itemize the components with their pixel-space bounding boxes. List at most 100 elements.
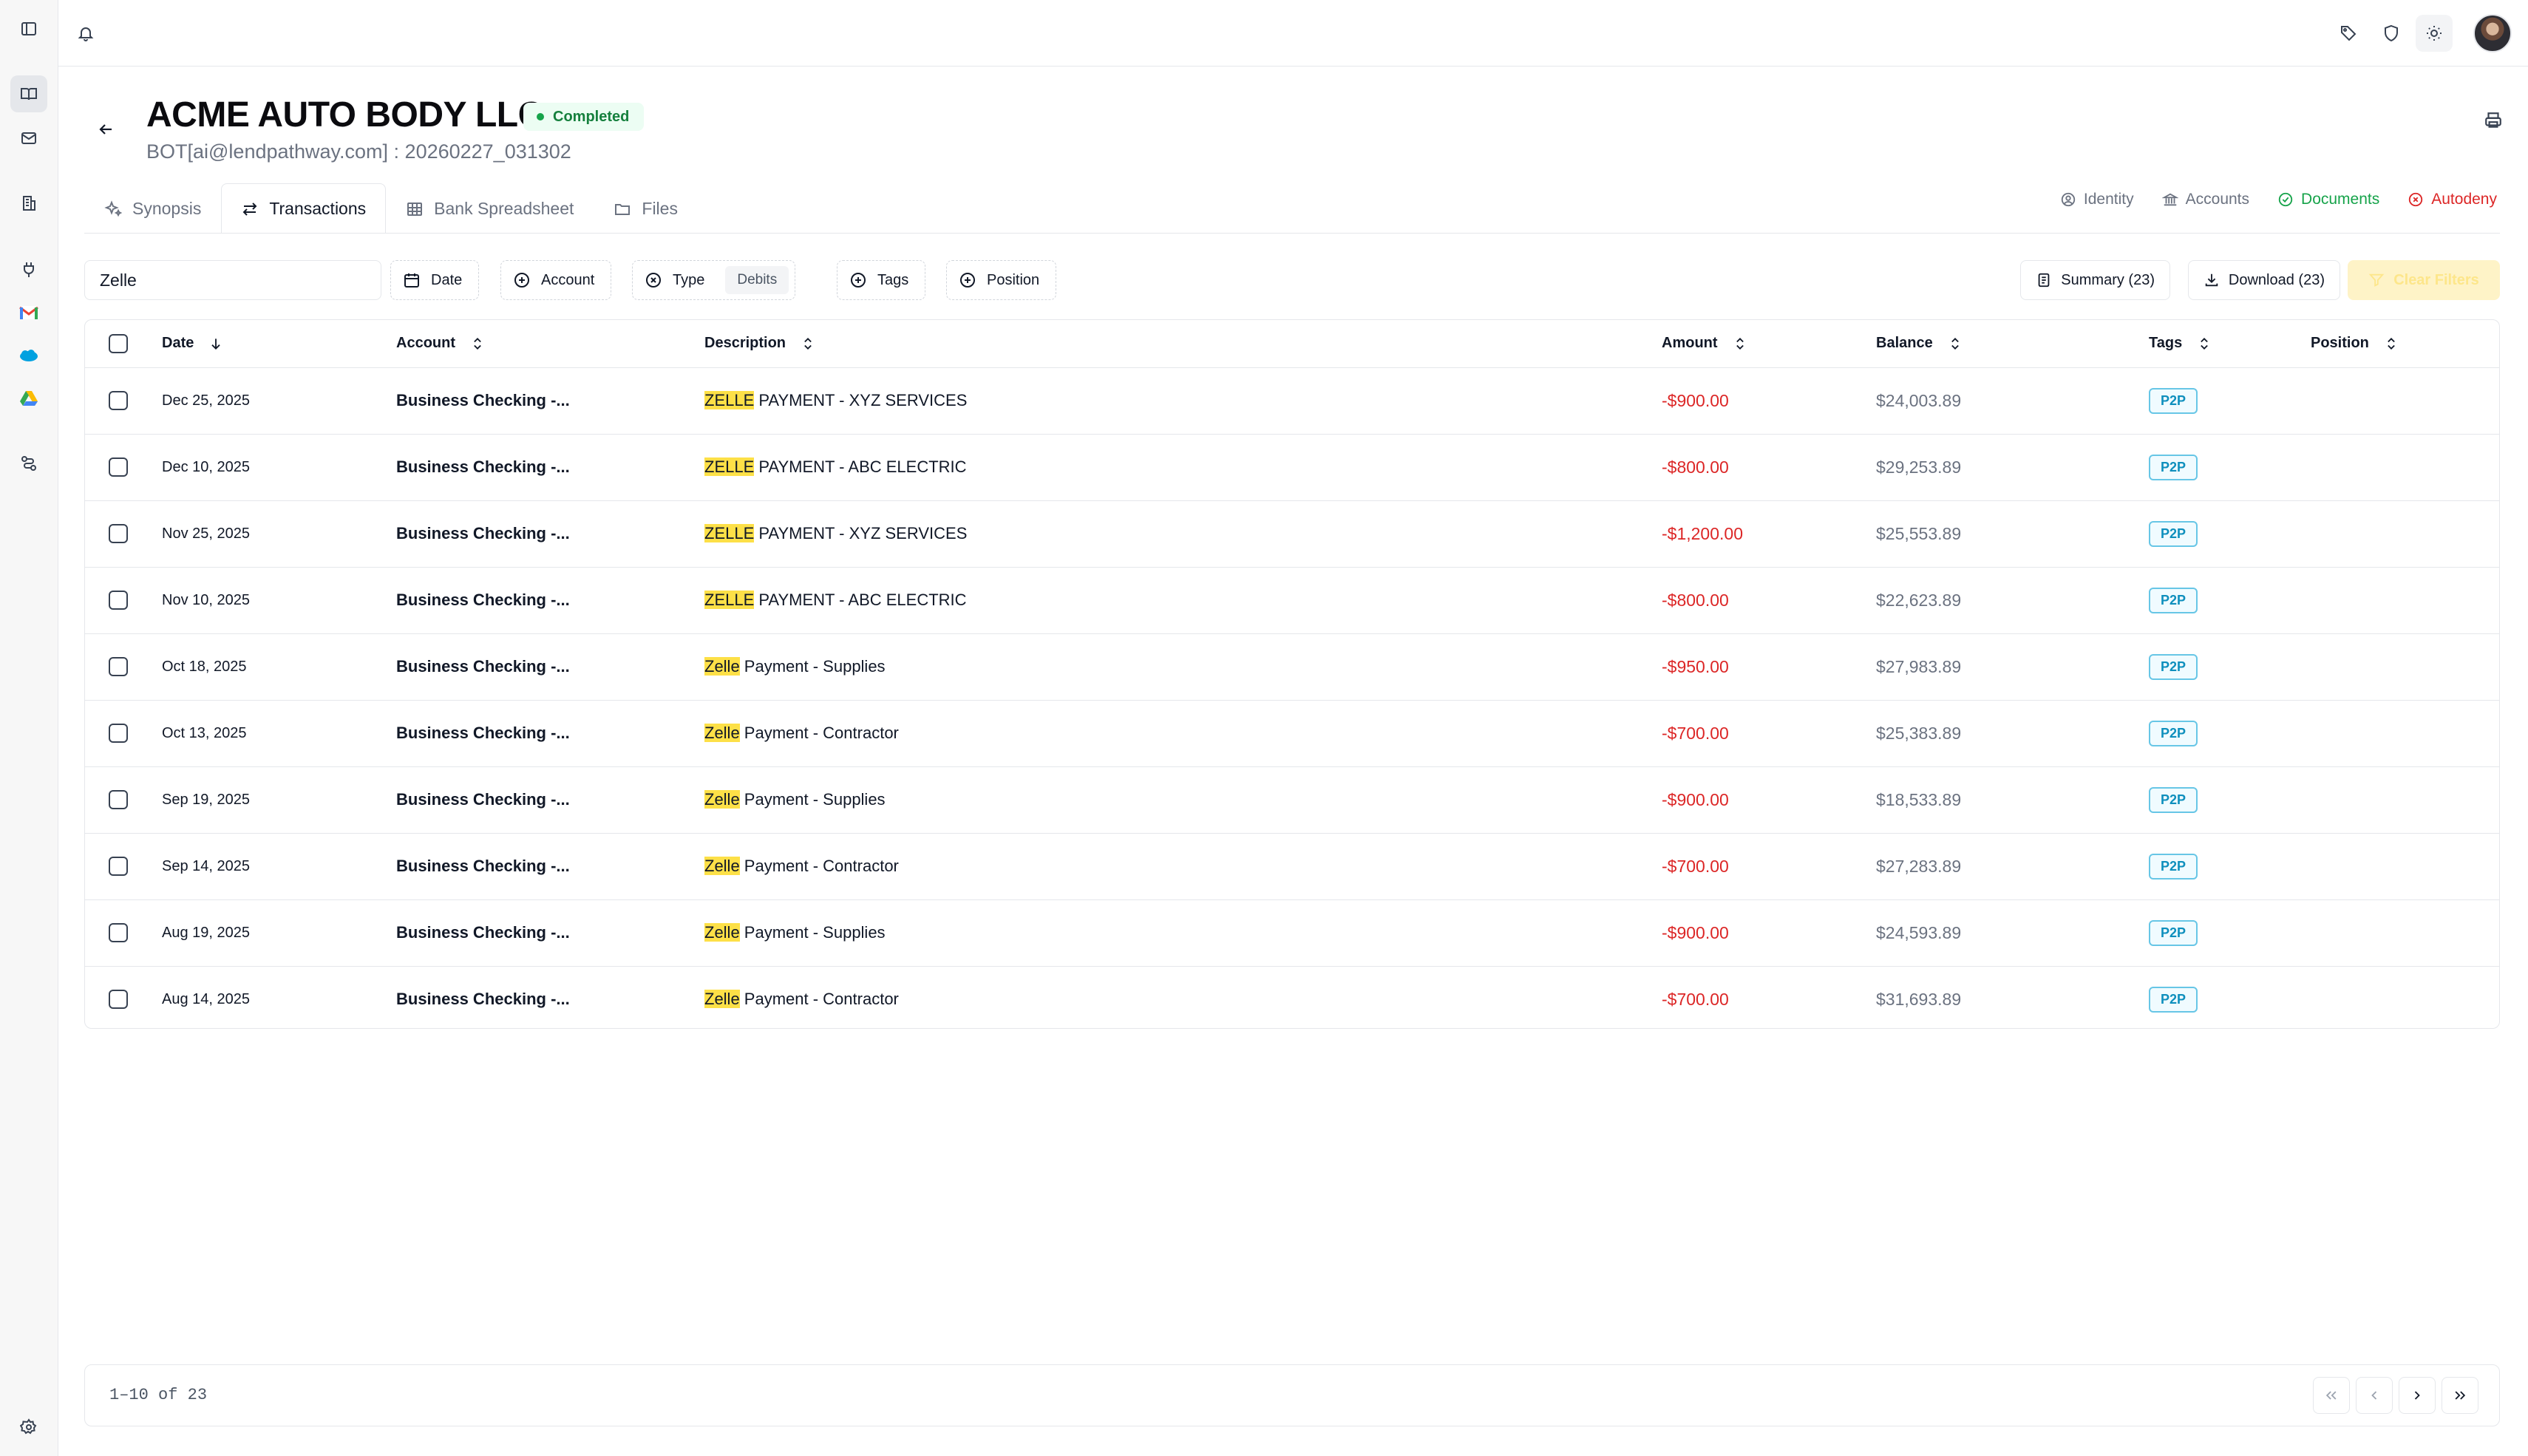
account-filter-button[interactable]: Account [500,260,612,300]
cell-balance: $27,983.89 [1876,633,2149,701]
building-icon[interactable] [10,185,47,222]
tag-badge[interactable]: P2P [2149,520,2198,547]
arrows-left-right-icon [241,200,259,218]
tab-bank-spreadsheet[interactable]: Bank Spreadsheet [386,183,594,234]
book-icon[interactable] [10,75,47,112]
user-avatar[interactable] [2473,14,2512,52]
print-icon[interactable] [2484,111,2503,134]
identity-link[interactable]: Identity [2060,191,2134,208]
autodeny-link[interactable]: Autodeny [2408,191,2497,208]
first-page-button[interactable] [2313,1377,2350,1414]
google-drive-icon[interactable] [10,380,47,417]
download-icon [2203,272,2220,288]
description-text: Payment - Supplies [739,657,886,676]
tag-badge[interactable]: P2P [2149,454,2198,480]
table-row[interactable]: Oct 18, 2025 Business Checking -... Zell… [85,633,2499,701]
search-highlight: ZELLE [704,524,755,542]
tag-badge[interactable]: P2P [2149,919,2198,946]
cell-amount: -$900.00 [1662,899,1876,967]
cell-amount: -$800.00 [1662,567,1876,634]
col-account-label: Account [396,335,455,352]
cell-date: Dec 25, 2025 [162,367,396,435]
col-date-label: Date [162,335,194,352]
next-page-button[interactable] [2399,1377,2436,1414]
date-filter-button[interactable]: Date [390,260,480,300]
cell-amount: -$700.00 [1662,700,1876,767]
tag-badge[interactable]: P2P [2149,387,2198,414]
col-tags[interactable]: Tags [2149,320,2311,368]
verification-links: Identity Accounts Documents Autodeny [2060,191,2497,208]
settings-gear-icon[interactable] [10,1409,47,1446]
type-filter-label: Type [673,271,705,288]
table-row[interactable]: Oct 13, 2025 Business Checking -... Zell… [85,700,2499,767]
row-checkbox[interactable] [109,990,128,1010]
position-filter-button[interactable]: Position [946,260,1057,300]
accounts-link[interactable]: Accounts [2161,191,2249,208]
previous-page-button[interactable] [2356,1377,2393,1414]
cell-amount: -$950.00 [1662,633,1876,701]
col-amount[interactable]: Amount [1662,320,1876,368]
table-row[interactable]: Dec 10, 2025 Business Checking -... ZELL… [85,434,2499,501]
description-text: PAYMENT - ABC ELECTRIC [754,591,967,609]
tab-files[interactable]: Files [594,183,698,234]
shield-icon[interactable] [2373,15,2410,52]
clear-filters-button[interactable]: Clear Filters [2348,260,2500,300]
last-page-button[interactable] [2442,1377,2478,1414]
type-filter-button[interactable]: Type Debits [632,260,796,300]
tags-filter-button[interactable]: Tags [837,260,926,300]
bell-icon[interactable] [67,15,104,52]
salesforce-cloud-icon[interactable] [10,337,47,374]
col-account[interactable]: Account [396,320,704,368]
tag-badge[interactable]: P2P [2149,587,2198,613]
table-row[interactable]: Dec 25, 2025 Business Checking -... ZELL… [85,367,2499,435]
row-checkbox[interactable] [109,524,128,543]
mail-icon[interactable] [10,120,47,157]
cell-balance: $24,593.89 [1876,899,2149,967]
sort-icon [2197,336,2212,351]
back-arrow-icon[interactable] [87,111,124,148]
col-description[interactable]: Description [704,320,1662,368]
row-checkbox[interactable] [109,724,128,743]
tag-badge[interactable]: P2P [2149,986,2198,1013]
row-checkbox[interactable] [109,457,128,477]
sun-icon[interactable] [2416,15,2453,52]
col-date[interactable]: Date [162,320,396,368]
search-highlight: Zelle [704,724,740,742]
tab-synopsis[interactable]: Synopsis [84,183,221,234]
documents-link[interactable]: Documents [2277,191,2379,208]
table-row[interactable]: Sep 19, 2025 Business Checking -... Zell… [85,766,2499,834]
table-row[interactable]: Sep 14, 2025 Business Checking -... Zell… [85,833,2499,900]
table-row[interactable]: Aug 19, 2025 Business Checking -... Zell… [85,899,2499,967]
x-circle-icon[interactable] [645,271,662,289]
col-position[interactable]: Position [2311,320,2499,368]
sidebar-toggle-icon[interactable] [10,10,47,47]
search-input[interactable] [84,260,381,300]
col-balance[interactable]: Balance [1876,320,2149,368]
x-circle-icon [2408,191,2424,208]
cell-description: ZELLE PAYMENT - ABC ELECTRIC [704,567,1662,634]
tag-badge[interactable]: P2P [2149,720,2198,746]
row-checkbox[interactable] [109,923,128,942]
gmail-icon[interactable] [10,294,47,331]
tag-icon[interactable] [2330,15,2367,52]
download-button[interactable]: Download (23) [2187,260,2340,300]
select-all-checkbox[interactable] [109,333,128,353]
plug-icon[interactable] [10,251,47,288]
row-checkbox[interactable] [109,591,128,610]
table-row[interactable]: Nov 25, 2025 Business Checking -... ZELL… [85,500,2499,568]
table-row[interactable]: Aug 14, 2025 Business Checking -... Zell… [85,966,2499,1028]
sparkles-icon [104,200,122,218]
table-row[interactable]: Nov 10, 2025 Business Checking -... ZELL… [85,567,2499,634]
transactions-table: Date Account Description Amount Balance … [84,319,2500,1029]
row-checkbox[interactable] [109,391,128,410]
tab-transactions[interactable]: Transactions [221,183,387,234]
row-checkbox[interactable] [109,790,128,809]
tag-badge[interactable]: P2P [2149,653,2198,680]
row-checkbox[interactable] [109,657,128,676]
summary-button[interactable]: Summary (23) [2020,260,2170,300]
route-icon[interactable] [10,445,47,482]
chevron-left-icon [2367,1388,2382,1403]
tag-badge[interactable]: P2P [2149,786,2198,813]
row-checkbox[interactable] [109,857,128,876]
tag-badge[interactable]: P2P [2149,853,2198,880]
